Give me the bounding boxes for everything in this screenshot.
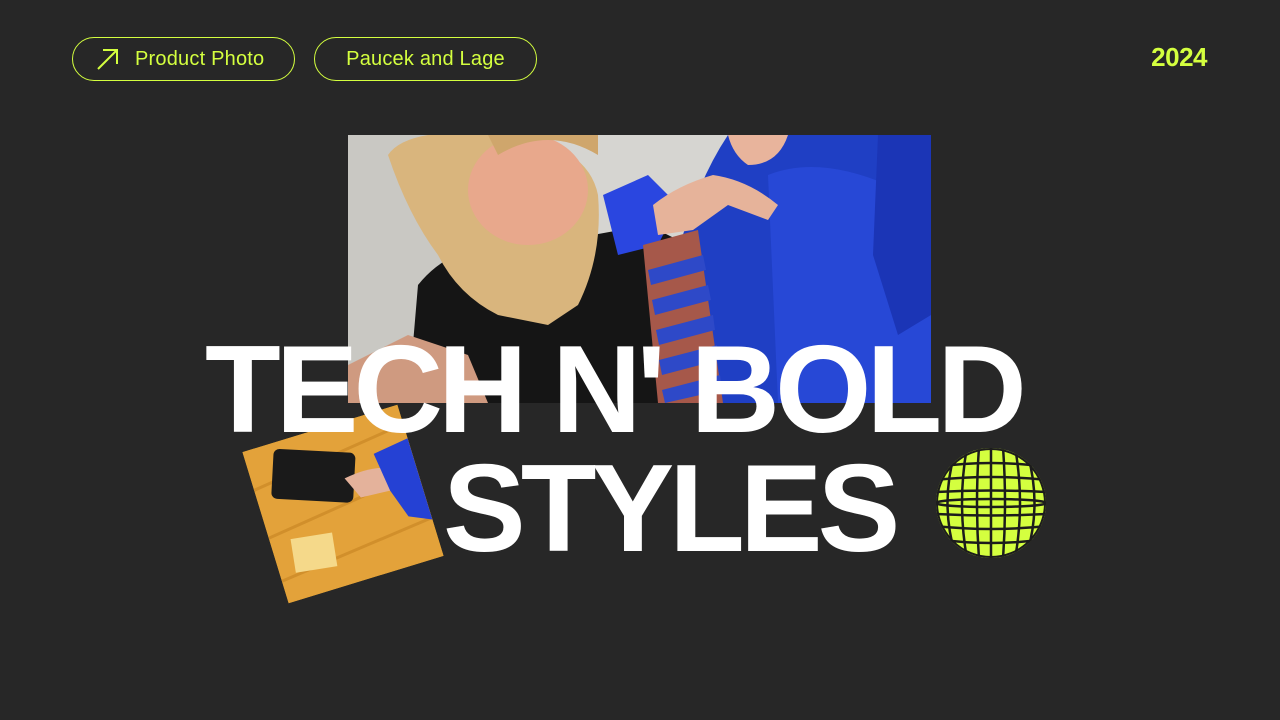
category-tag[interactable]: Product Photo: [72, 37, 295, 81]
year-label: 2024: [1151, 42, 1207, 72]
category-tag-label: Product Photo: [135, 47, 265, 70]
disco-ball-icon: [936, 448, 1046, 558]
brand-tag-label: Paucek and Lage: [346, 47, 505, 70]
headline-line-1: TECH N' BOLD: [205, 321, 1027, 459]
slide-canvas: Product Photo Paucek and Lage 2024 TECH …: [0, 0, 1280, 720]
headline-line-2: STYLES: [443, 440, 900, 578]
brand-tag[interactable]: Paucek and Lage: [314, 37, 537, 81]
arrow-up-right-icon: [97, 49, 118, 70]
